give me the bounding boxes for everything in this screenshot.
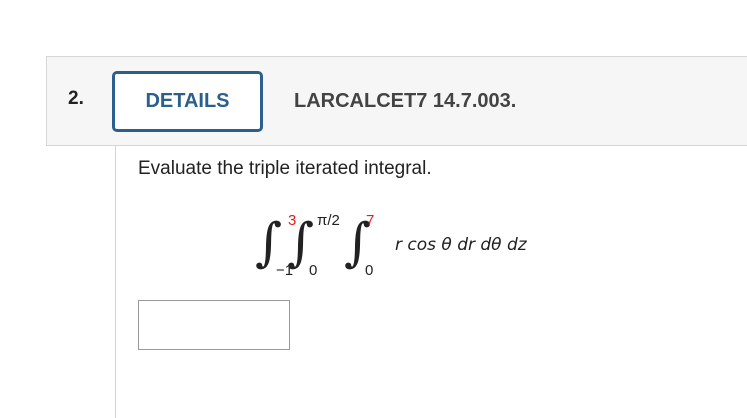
triple-integral: ∫ 3 −1 ∫ π/2 0 ∫ 7 0 r cos θ dr dθ dz	[255, 205, 575, 285]
middle-lower-limit: 0	[309, 262, 318, 279]
question-prompt: Evaluate the triple iterated integral.	[138, 158, 432, 179]
problem-id: LARCALCET7 14.7.003.	[294, 90, 517, 112]
integrand: r cos θ dr dθ dz	[395, 235, 527, 255]
answer-input[interactable]	[138, 300, 290, 350]
inner-upper-limit: 7	[366, 212, 375, 229]
question-number: 2.	[68, 88, 84, 109]
content-divider	[115, 146, 116, 418]
inner-lower-limit: 0	[365, 262, 374, 279]
middle-upper-limit: π/2	[317, 212, 340, 229]
details-button[interactable]: DETAILS	[112, 71, 263, 132]
